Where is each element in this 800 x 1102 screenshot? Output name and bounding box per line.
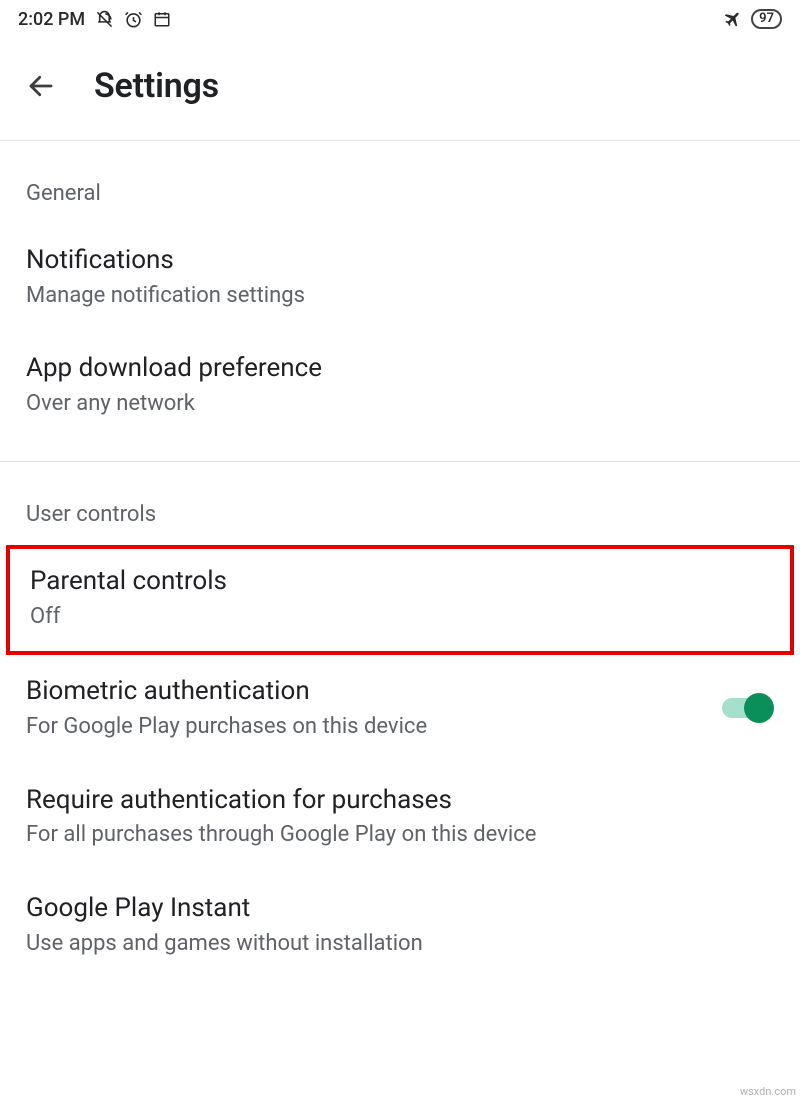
item-title: Biometric authentication [26,675,722,709]
toggle-thumb [744,693,774,723]
item-subtitle: Over any network [26,390,774,419]
status-bar: 2:02 PM 97 [0,0,800,38]
status-right: 97 [723,9,782,29]
item-title: Google Play Instant [26,892,774,926]
clock: 2:02 PM [18,9,85,30]
battery-indicator: 97 [751,9,782,29]
section-header-user-controls: User controls [0,462,800,545]
item-biometric-authentication[interactable]: Biometric authentication For Google Play… [0,655,800,763]
item-title: Notifications [26,244,774,278]
app-bar: Settings [0,38,800,141]
watermark: wsxdn.com [740,1085,796,1098]
alarm-icon [124,10,143,29]
item-title: App download preference [26,352,774,386]
item-subtitle: For Google Play purchases on this device [26,713,722,742]
item-google-play-instant[interactable]: Google Play Instant Use apps and games w… [0,872,800,980]
item-subtitle: For all purchases through Google Play on… [26,821,774,850]
item-title: Parental controls [30,565,770,599]
item-require-authentication[interactable]: Require authentication for purchases For… [0,764,800,872]
page-title: Settings [94,66,219,106]
item-subtitle: Use apps and games without installation [26,930,774,959]
biometric-toggle[interactable] [722,693,774,723]
mute-icon [95,10,114,29]
calendar-icon [153,10,171,28]
section-header-general: General [0,141,800,224]
item-notifications[interactable]: Notifications Manage notification settin… [0,224,800,332]
status-left: 2:02 PM [18,9,171,30]
item-subtitle: Off [30,603,770,632]
back-arrow-icon[interactable] [26,71,56,101]
item-app-download-preference[interactable]: App download preference Over any network [0,332,800,440]
highlight-annotation: Parental controls Off [6,545,794,655]
item-title: Require authentication for purchases [26,784,774,818]
item-subtitle: Manage notification settings [26,282,774,311]
item-parental-controls[interactable]: Parental controls Off [10,549,790,651]
airplane-mode-icon [723,9,743,29]
